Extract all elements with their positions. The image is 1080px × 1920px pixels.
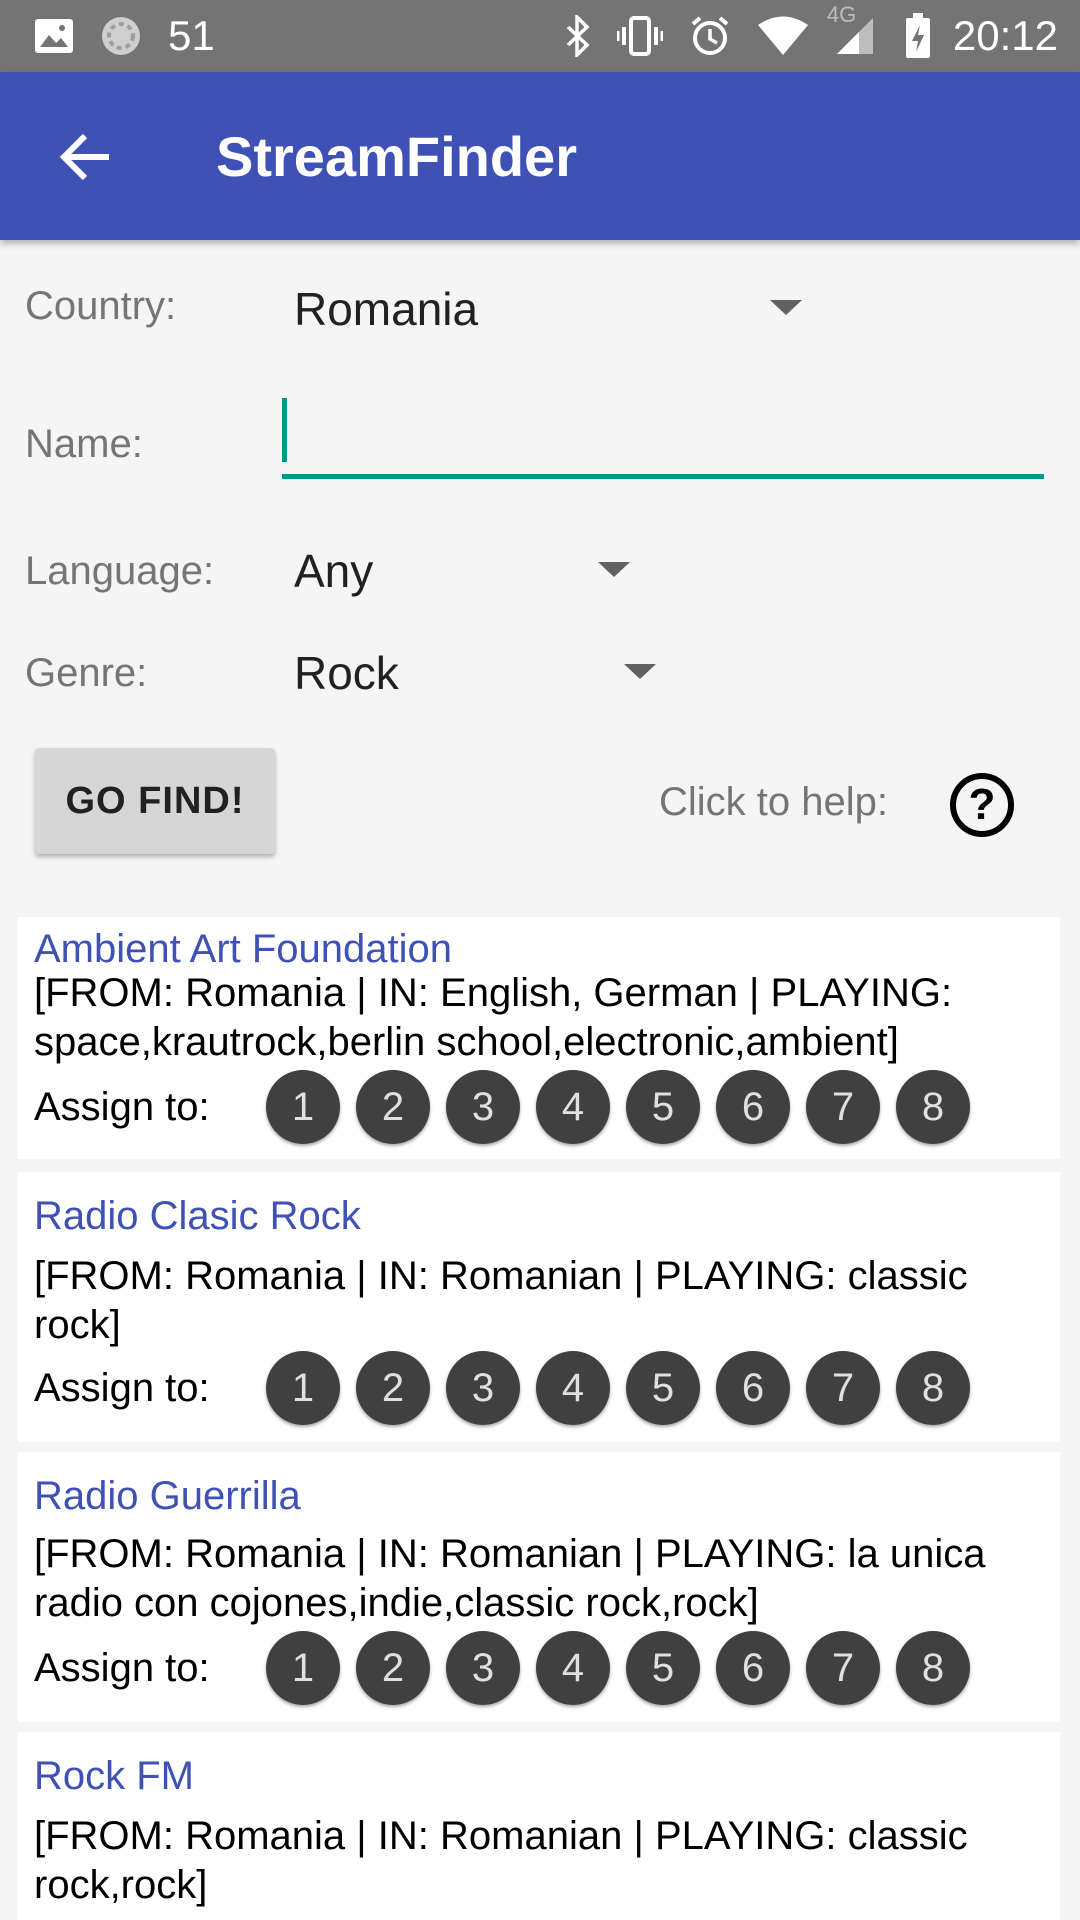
status-bar-right: 4G 20:12 (565, 0, 1058, 72)
battery-icon (905, 13, 931, 59)
notification-count: 51 (168, 12, 215, 59)
help-label: Click to help: (659, 780, 888, 824)
name-underline (282, 474, 1044, 479)
assign-slot-3[interactable]: 3 (446, 1070, 520, 1144)
assign-slot-6[interactable]: 6 (716, 1070, 790, 1144)
status-bar: 51 4G 20:12 (0, 0, 1080, 72)
station-card: Radio Guerrilla [FROM: Romania | IN: Rom… (18, 1452, 1060, 1722)
assign-slot-6[interactable]: 6 (716, 1631, 790, 1705)
clock: 20:12 (952, 12, 1058, 59)
vibrate-icon (616, 15, 663, 57)
image-icon (34, 18, 74, 54)
station-name[interactable]: Radio Clasic Rock (34, 1194, 361, 1239)
country-value: Romania (294, 283, 479, 335)
name-field[interactable] (282, 392, 1068, 480)
status-bar-left: 51 (34, 0, 215, 72)
assign-slot-1[interactable]: 1 (266, 1070, 340, 1144)
genre-label: Genre: (25, 651, 148, 695)
station-details: [FROM: Romania | IN: Romanian | PLAYING:… (34, 1532, 986, 1625)
station-card: Rock FM [FROM: Romania | IN: Romanian | … (18, 1732, 1060, 1920)
station-details: [FROM: Romania | IN: Romanian | PLAYING:… (34, 1814, 968, 1907)
chevron-down-icon (770, 300, 802, 315)
assign-slot-3[interactable]: 3 (446, 1351, 520, 1425)
station-name[interactable]: Radio Guerrilla (34, 1474, 301, 1519)
assign-slot-8[interactable]: 8 (896, 1070, 970, 1144)
assign-slot-6[interactable]: 6 (716, 1351, 790, 1425)
station-name[interactable]: Rock FM (34, 1754, 194, 1799)
app-bar: StreamFinder (0, 72, 1080, 240)
name-label: Name: (25, 422, 143, 466)
chevron-down-icon (598, 562, 630, 577)
assign-slot-2[interactable]: 2 (356, 1351, 430, 1425)
assign-slot-7[interactable]: 7 (806, 1351, 880, 1425)
assign-slot-4[interactable]: 4 (536, 1631, 610, 1705)
assign-slot-3[interactable]: 3 (446, 1631, 520, 1705)
assign-row: Assign to: 1 2 3 4 5 6 7 8 (34, 1630, 986, 1706)
back-button[interactable] (50, 122, 120, 192)
arrow-left-icon (59, 133, 109, 181)
language-label: Language: (25, 549, 215, 593)
assign-slot-2[interactable]: 2 (356, 1070, 430, 1144)
wifi-icon (757, 16, 809, 56)
assign-row: Assign to: 1 2 3 4 5 6 7 8 (34, 1069, 986, 1145)
sync-icon (100, 15, 142, 57)
assign-slot-4[interactable]: 4 (536, 1351, 610, 1425)
station-details: [FROM: Romania | IN: English, German | P… (34, 971, 953, 1064)
assign-slot-5[interactable]: 5 (626, 1351, 700, 1425)
app-title: StreamFinder (216, 125, 577, 188)
assign-label: Assign to: (34, 1365, 210, 1410)
assign-slot-5[interactable]: 5 (626, 1631, 700, 1705)
alarm-icon (689, 15, 731, 57)
chevron-down-icon (624, 664, 656, 679)
assign-slot-1[interactable]: 1 (266, 1351, 340, 1425)
assign-slot-2[interactable]: 2 (356, 1631, 430, 1705)
assign-label: Assign to: (34, 1645, 210, 1690)
assign-slot-8[interactable]: 8 (896, 1351, 970, 1425)
help-icon[interactable]: ? (950, 773, 1014, 837)
signal-icon: 4G (827, 2, 875, 56)
assign-row: Assign to: 1 2 3 4 5 6 7 8 (34, 1350, 986, 1426)
station-card: Radio Clasic Rock [FROM: Romania | IN: R… (18, 1172, 1060, 1442)
assign-label: Assign to: (34, 1084, 210, 1129)
country-label: Country: (25, 284, 177, 328)
go-find-button[interactable]: GO FIND! (35, 748, 275, 854)
assign-slot-7[interactable]: 7 (806, 1631, 880, 1705)
assign-slot-1[interactable]: 1 (266, 1631, 340, 1705)
network-type-label: 4G (826, 2, 857, 27)
station-details: [FROM: Romania | IN: Romanian | PLAYING:… (34, 1254, 968, 1347)
language-value: Any (294, 545, 374, 597)
name-input[interactable] (282, 392, 1068, 474)
text-cursor (282, 398, 287, 462)
station-card: Ambient Art Foundation [FROM: Romania | … (18, 917, 1060, 1159)
station-name[interactable]: Ambient Art Foundation (34, 927, 452, 972)
assign-slot-8[interactable]: 8 (896, 1631, 970, 1705)
assign-slot-7[interactable]: 7 (806, 1070, 880, 1144)
genre-value: Rock (294, 647, 399, 699)
assign-slot-4[interactable]: 4 (536, 1070, 610, 1144)
assign-slot-5[interactable]: 5 (626, 1070, 700, 1144)
bluetooth-icon (565, 15, 591, 57)
